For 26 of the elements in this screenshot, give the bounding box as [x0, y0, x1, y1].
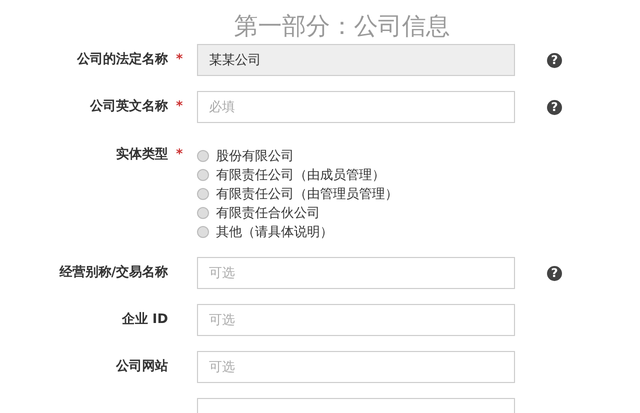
field-label: 公司英文名称: [88, 98, 168, 116]
radio-icon[interactable]: [197, 150, 209, 162]
radio-icon[interactable]: [197, 188, 209, 200]
field-label: 实体类型: [115, 146, 168, 164]
radio-option[interactable]: 有限责任合伙公司: [197, 203, 515, 222]
text-field[interactable]: 可选: [197, 257, 515, 289]
radio-option[interactable]: 有限责任公司（由管理员管理）: [197, 184, 515, 203]
text-field[interactable]: 可选: [197, 351, 515, 383]
required-mark: *: [175, 98, 184, 116]
section-title: 第一部分：公司信息: [233, 11, 451, 42]
radio-icon[interactable]: [197, 206, 209, 218]
required-mark: *: [175, 51, 184, 69]
help-icon[interactable]: ?: [547, 266, 562, 280]
field-label: 公司的法定名称: [76, 51, 168, 69]
text-field[interactable]: 必填: [197, 91, 515, 123]
required-mark: *: [175, 146, 184, 164]
field-label: 公司网站: [114, 358, 168, 376]
radio-icon[interactable]: [197, 168, 209, 180]
help-icon[interactable]: ?: [547, 100, 562, 114]
text-field[interactable]: 可选: [197, 304, 515, 336]
radio-option[interactable]: 股份有限公司: [197, 146, 515, 165]
radio-icon[interactable]: [197, 226, 209, 238]
radio-option[interactable]: 有限责任公司（由成员管理）: [197, 165, 515, 184]
field-label: 经营别称/交易名称: [58, 264, 168, 282]
field-label: 企业 ID: [120, 311, 168, 329]
radio-option[interactable]: 其他（请具体说明）: [197, 222, 515, 241]
